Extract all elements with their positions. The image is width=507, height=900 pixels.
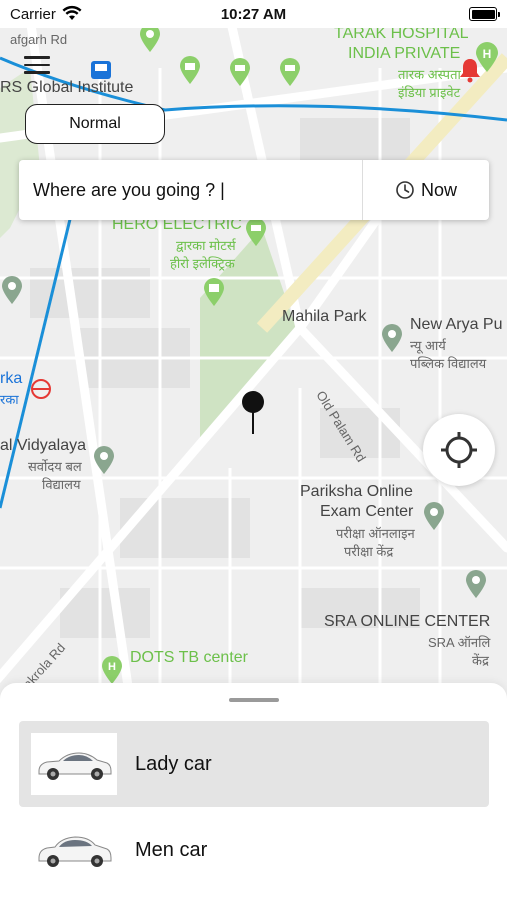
poi-shopping-icon[interactable] (178, 56, 202, 84)
schedule-now-button[interactable]: Now (363, 160, 489, 220)
map-label-india-private: INDIA PRIVATE (348, 45, 461, 62)
map-label-garh-rd: afgarh Rd (10, 32, 68, 47)
map-label-sra-hi2: केंद्र (472, 653, 489, 668)
poi-store-icon[interactable] (278, 58, 302, 86)
car-option-men[interactable]: Men car (19, 807, 489, 893)
car-type-sheet: Lady car Men car (0, 683, 507, 900)
map-label-new-arya-hi2: पब्लिक विद्यालय (410, 356, 487, 371)
schedule-now-label: Now (420, 179, 457, 200)
metro-station-icon[interactable] (30, 378, 52, 400)
ride-mode-toggle[interactable]: Normal (25, 104, 165, 144)
map-label-rka: rka (0, 370, 23, 387)
map-label-vidyalaya-hi1: सर्वोदय बल (28, 459, 82, 474)
sedan-car-icon (38, 752, 112, 780)
map-label-new-arya-hi1: न्यू आर्य (410, 338, 446, 353)
destination-search-bar[interactable]: Where are you going ? | Now (19, 160, 489, 220)
destination-input[interactable]: Where are you going ? | (19, 180, 362, 201)
crosshair-icon (441, 432, 477, 468)
map-label-tarak: TARAK HOSPITAL (334, 28, 469, 42)
map-label-tarak-hi1: तारक अस्पता (398, 67, 461, 82)
status-time: 10:27 AM (220, 6, 287, 23)
car-option-lady[interactable]: Lady car (19, 721, 489, 807)
car-option-label: Men car (135, 838, 208, 861)
suv-car-icon (38, 836, 112, 867)
battery-icon (469, 7, 500, 21)
hamburger-menu-icon[interactable] (24, 56, 50, 78)
map-label-rs-global: RS Global Institute (0, 79, 134, 96)
map-label-vidyalaya-hi2: विद्यालय (42, 477, 81, 492)
sheet-drag-handle[interactable] (229, 698, 279, 702)
map-label-pariksha-hi2: परीक्षा केंद्र (344, 544, 394, 559)
poi-electric-icon[interactable] (244, 218, 268, 246)
notification-bell-icon[interactable] (456, 56, 484, 84)
map-label-new-arya: New Arya Pu (410, 316, 503, 333)
map-label-pariksha-1: Pariksha Online (300, 483, 413, 500)
car-thumbnail (31, 819, 117, 881)
my-location-button[interactable] (423, 414, 495, 486)
poi-bus-icon[interactable] (202, 278, 226, 306)
poi-school2-icon[interactable] (92, 446, 116, 474)
metro-icon[interactable] (90, 60, 112, 80)
svg-text:H: H (108, 661, 116, 673)
map-label-mahila-park: Mahila Park (282, 308, 367, 325)
status-bar: Carrier 10:27 AM (0, 0, 507, 28)
map-label-pariksha-2: Exam Center (320, 503, 414, 520)
center-location-pin-icon (242, 391, 264, 434)
poi-place-icon[interactable] (0, 276, 24, 304)
map-label-dots-tb: DOTS TB center (130, 649, 248, 666)
poi-exam-icon[interactable] (422, 502, 446, 530)
map-label-tarak-hi2: इंडिया प्राइवेट (398, 85, 461, 100)
map-label-hero-hi2: हीरो इलेक्ट्रिक (170, 256, 235, 271)
clock-icon (396, 181, 414, 199)
poi-shop-icon[interactable] (138, 28, 162, 52)
map-label-sra-hi1: SRA ऑनलि (428, 635, 491, 650)
map-label-vidyalaya: al Vidyalaya (0, 437, 86, 454)
map-label-pariksha-hi1: परीक्षा ऑनलाइन (336, 526, 415, 541)
poi-cart-icon[interactable] (228, 58, 252, 86)
map-label-hero-hi1: द्वारका मोटर्स (176, 238, 236, 253)
poi-dots-icon[interactable]: H (100, 656, 124, 684)
poi-sra-icon[interactable] (464, 570, 488, 598)
poi-school-icon[interactable] (380, 324, 404, 352)
map-label-rka-hi: रका (0, 392, 19, 407)
car-thumbnail (31, 733, 117, 795)
car-option-label: Lady car (135, 752, 212, 775)
map-label-sra: SRA ONLINE CENTER (324, 613, 491, 630)
